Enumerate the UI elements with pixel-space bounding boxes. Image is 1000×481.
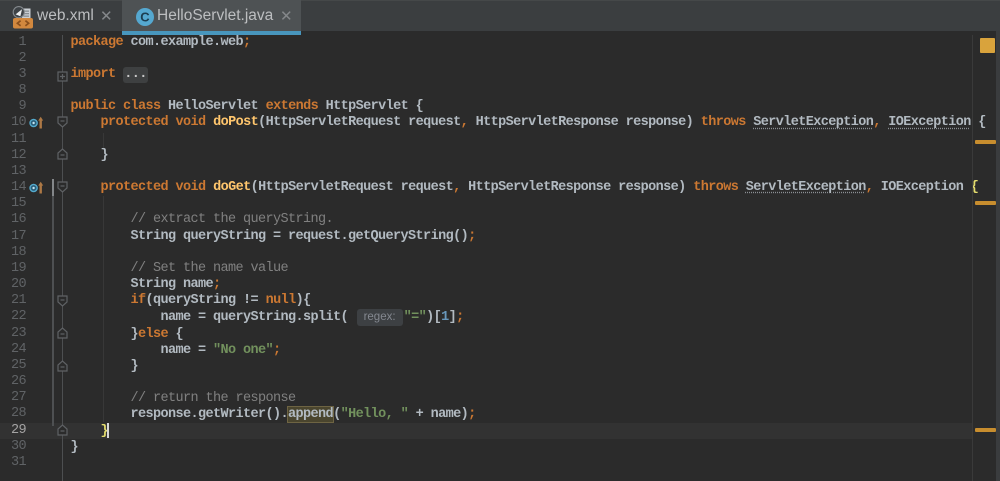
svg-text:C: C <box>140 10 150 25</box>
